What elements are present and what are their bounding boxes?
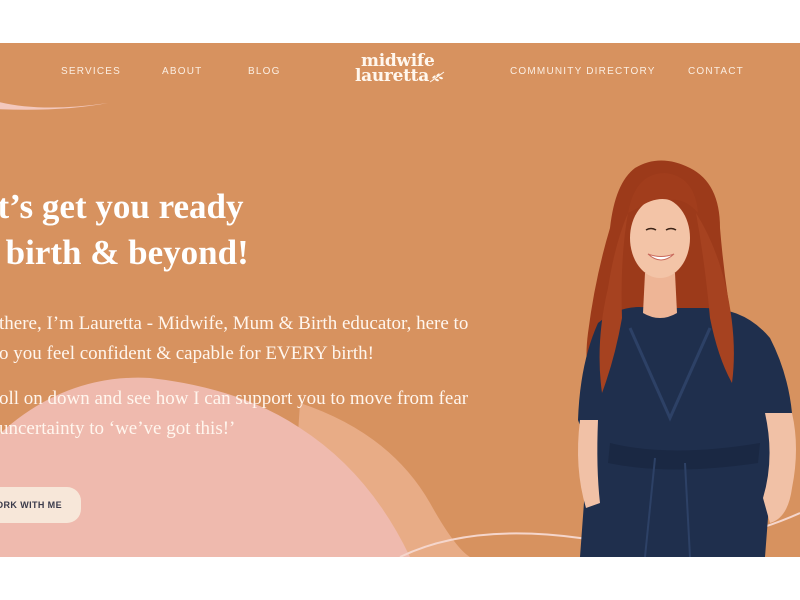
- intro-line-1: there, I’m Lauretta - Midwife, Mum & Bir…: [0, 313, 469, 334]
- site-logo[interactable]: midwife lauretta: [352, 52, 452, 88]
- leaf-sprig-icon: [429, 71, 445, 83]
- intro-paragraph: there, I’m Lauretta - Midwife, Mum & Bir…: [0, 309, 565, 369]
- headline-line-1: et’s get you ready: [0, 187, 244, 226]
- logo-text-lauretta: lauretta: [355, 66, 429, 86]
- hero-headline: et’s get you ready r birth & beyond!: [0, 184, 362, 276]
- work-with-me-button[interactable]: ORK WITH ME: [0, 487, 81, 523]
- intro-line-2: o you feel confident & capable for EVERY…: [0, 343, 374, 364]
- nav-contact[interactable]: CONTACT: [688, 65, 744, 79]
- support-line-1: oll on down and see how I can support yo…: [0, 388, 469, 409]
- top-left-swoosh: [0, 102, 108, 110]
- hero-section: SERVICES ABOUT BLOG midwife lauretta COM…: [0, 43, 800, 557]
- nav-about[interactable]: ABOUT: [162, 65, 202, 79]
- headline-line-2: r birth & beyond!: [0, 233, 249, 272]
- nav-community-directory[interactable]: COMMUNITY DIRECTORY: [510, 65, 656, 79]
- nav-blog[interactable]: BLOG: [248, 65, 281, 79]
- support-line-2: uncertainty to ‘we’ve got this!’: [0, 418, 236, 439]
- lauretta-portrait: [578, 160, 796, 557]
- nav-services[interactable]: SERVICES: [61, 65, 121, 79]
- support-paragraph: oll on down and see how I can support yo…: [0, 384, 565, 444]
